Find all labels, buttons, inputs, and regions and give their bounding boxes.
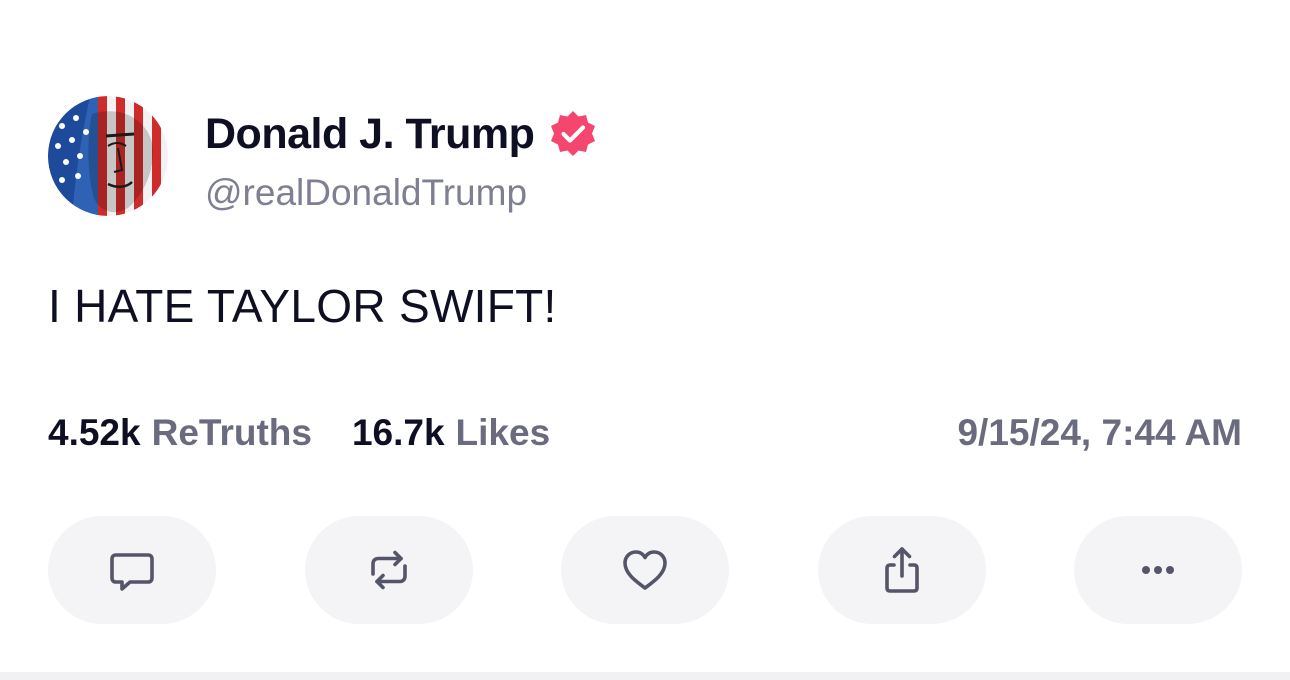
retruths-count: 4.52k [48,412,141,453]
likes-count: 16.7k [351,412,445,453]
more-button[interactable] [1074,516,1242,624]
like-button[interactable] [561,516,729,624]
bottom-divider [0,672,1290,680]
author-name-row: Donald J. Trump [205,108,598,160]
likes-label: Likes [455,412,551,453]
post-timestamp[interactable]: 9/15/24, 7:44 AM [957,410,1242,456]
avatar-flag-portrait-icon [48,96,168,216]
verified-badge-icon [548,109,598,159]
retruths-stat[interactable]: 4.52k ReTruths [48,410,312,456]
post-text: I HATE TAYLOR SWIFT! [48,280,557,332]
heart-icon [623,550,667,590]
reply-button[interactable] [48,516,216,624]
more-dots-icon [1142,566,1174,574]
avatar[interactable] [48,96,168,216]
retruth-button[interactable] [304,516,473,624]
share-icon [884,547,919,593]
post-actions [48,516,1242,624]
post-card: Donald J. Trump @realDonaldTrump I HATE … [0,0,1290,672]
author-handle[interactable]: @realDonaldTrump [205,170,527,216]
retruths-label: ReTruths [151,412,312,453]
comment-icon [110,553,154,591]
author-display-name[interactable]: Donald J. Trump [205,108,535,160]
post-stats: 4.52k ReTruths 16.7k Likes [48,410,550,456]
share-button[interactable] [817,516,986,624]
likes-stat[interactable]: 16.7k Likes [352,410,550,456]
repost-icon [370,550,407,590]
